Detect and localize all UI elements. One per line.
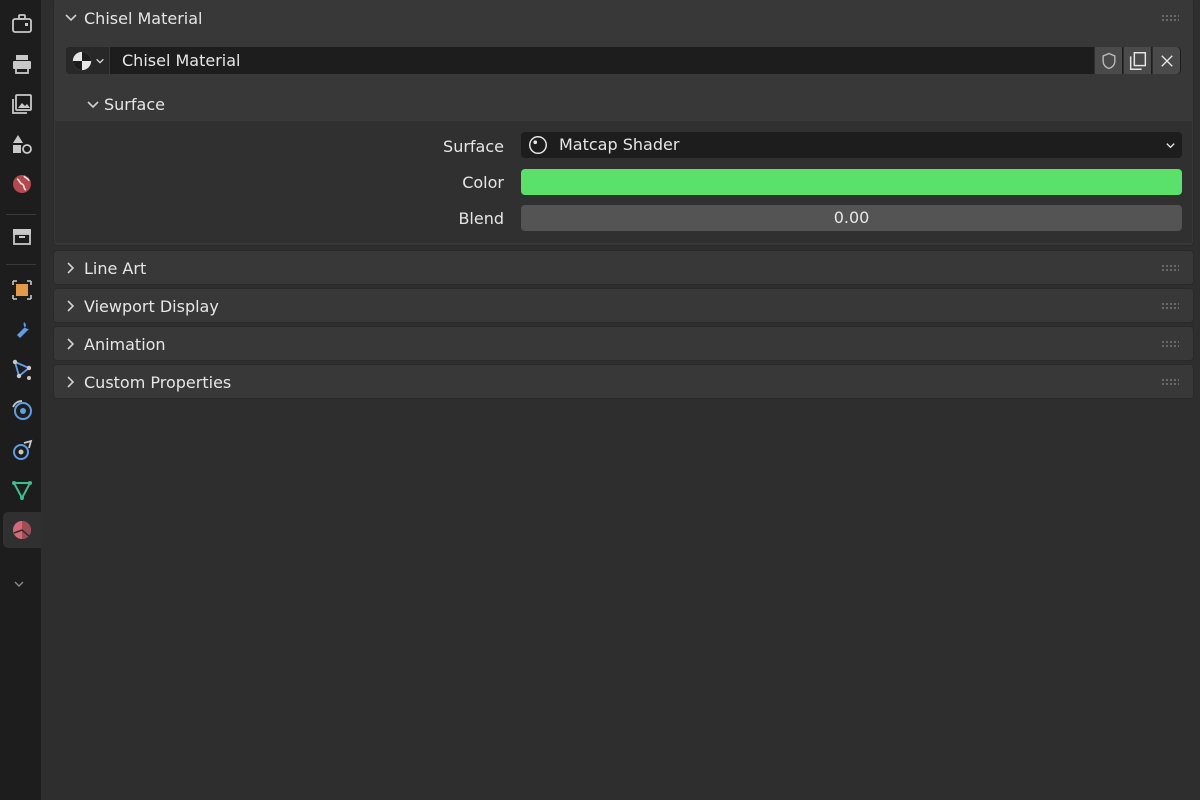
material-panel-header[interactable]: Chisel Material xyxy=(54,1,1193,35)
chevron-down-icon xyxy=(1166,143,1175,149)
panel-title-custom-properties: Custom Properties xyxy=(84,373,232,392)
wrench-icon xyxy=(17,322,29,338)
material-icon xyxy=(13,521,31,539)
material-name-field[interactable]: Chisel Material xyxy=(122,47,240,74)
tab-tool[interactable] xyxy=(3,6,41,42)
panel-title-line-art: Line Art xyxy=(84,259,147,278)
surface-subpanel-title: Surface xyxy=(104,95,165,114)
properties-tab-bar xyxy=(0,0,41,800)
drag-handle-icon[interactable] xyxy=(1161,264,1179,272)
drag-handle-icon[interactable] xyxy=(1161,14,1179,22)
more-tabs-button[interactable] xyxy=(0,566,38,602)
panel-title-animation: Animation xyxy=(84,335,166,354)
tab-data[interactable] xyxy=(3,472,41,508)
chevron-right-icon xyxy=(67,376,75,388)
color-label: Color xyxy=(462,173,504,192)
color-swatch[interactable] xyxy=(521,169,1182,195)
tab-modifiers[interactable] xyxy=(3,312,41,348)
shader-node-icon xyxy=(529,136,547,154)
fake-user-button[interactable] xyxy=(1094,47,1122,74)
chevron-down-icon xyxy=(65,14,77,22)
constraints-icon xyxy=(13,439,33,460)
material-selector: Chisel Material xyxy=(66,47,1181,74)
material-panel: Chisel Material Chisel Material Surface … xyxy=(53,0,1194,246)
collection-icon xyxy=(13,229,31,245)
output-icon xyxy=(12,94,32,114)
shield-icon xyxy=(1102,52,1115,69)
tab-world[interactable] xyxy=(3,166,41,202)
tab-constraints[interactable] xyxy=(3,432,41,468)
drag-handle-icon[interactable] xyxy=(1161,378,1179,386)
drag-handle-icon[interactable] xyxy=(1161,302,1179,310)
chevron-down-icon xyxy=(95,58,104,64)
duplicate-material-button[interactable] xyxy=(1123,47,1151,74)
render-icon xyxy=(13,55,31,74)
browse-material-button[interactable] xyxy=(66,47,110,74)
line-art-panel[interactable]: Line Art xyxy=(53,250,1194,285)
blend-slider[interactable]: 0.00 xyxy=(521,205,1182,231)
unlink-material-button[interactable] xyxy=(1152,47,1180,74)
viewport-display-panel[interactable]: Viewport Display xyxy=(53,288,1194,323)
tab-view-layer[interactable] xyxy=(3,126,41,162)
object-icon xyxy=(12,280,32,300)
properties-editor: Chisel Material Chisel Material Surface … xyxy=(41,0,1200,800)
chevron-right-icon xyxy=(67,338,75,350)
chevron-down-icon xyxy=(14,581,24,587)
tab-separator xyxy=(6,214,36,215)
particles-icon xyxy=(12,359,32,380)
physics-icon xyxy=(12,400,32,420)
tab-material[interactable] xyxy=(3,512,41,548)
tool-icon xyxy=(12,14,32,33)
surface-properties: Surface Matcap Shader Color Blend 0.00 xyxy=(55,121,1192,243)
duplicate-icon xyxy=(1129,51,1146,70)
surface-shader-value: Matcap Shader xyxy=(559,135,680,154)
tab-object[interactable] xyxy=(3,272,41,308)
surface-shader-dropdown[interactable]: Matcap Shader xyxy=(521,132,1182,158)
view-layer-icon xyxy=(13,135,32,154)
surface-subpanel-header[interactable]: Surface xyxy=(54,87,1193,123)
blend-label: Blend xyxy=(458,209,504,228)
drag-handle-icon[interactable] xyxy=(1161,340,1179,348)
tab-collection[interactable] xyxy=(3,218,41,254)
material-sphere-icon xyxy=(72,51,91,70)
chevron-right-icon xyxy=(67,300,75,312)
chevron-right-icon xyxy=(67,262,75,274)
tab-output[interactable] xyxy=(3,86,41,122)
panel-title-viewport-display: Viewport Display xyxy=(84,297,219,316)
material-panel-title: Chisel Material xyxy=(84,8,203,28)
animation-panel[interactable]: Animation xyxy=(53,326,1194,361)
custom-properties-panel[interactable]: Custom Properties xyxy=(53,364,1194,399)
mesh-data-icon xyxy=(12,481,32,501)
tab-separator xyxy=(6,264,36,265)
surface-label: Surface xyxy=(443,137,504,156)
chevron-down-icon xyxy=(87,101,99,109)
tab-particles[interactable] xyxy=(3,352,41,388)
tab-render[interactable] xyxy=(3,46,41,82)
world-icon xyxy=(13,175,31,193)
close-icon xyxy=(1160,54,1173,67)
tab-physics[interactable] xyxy=(3,392,41,428)
